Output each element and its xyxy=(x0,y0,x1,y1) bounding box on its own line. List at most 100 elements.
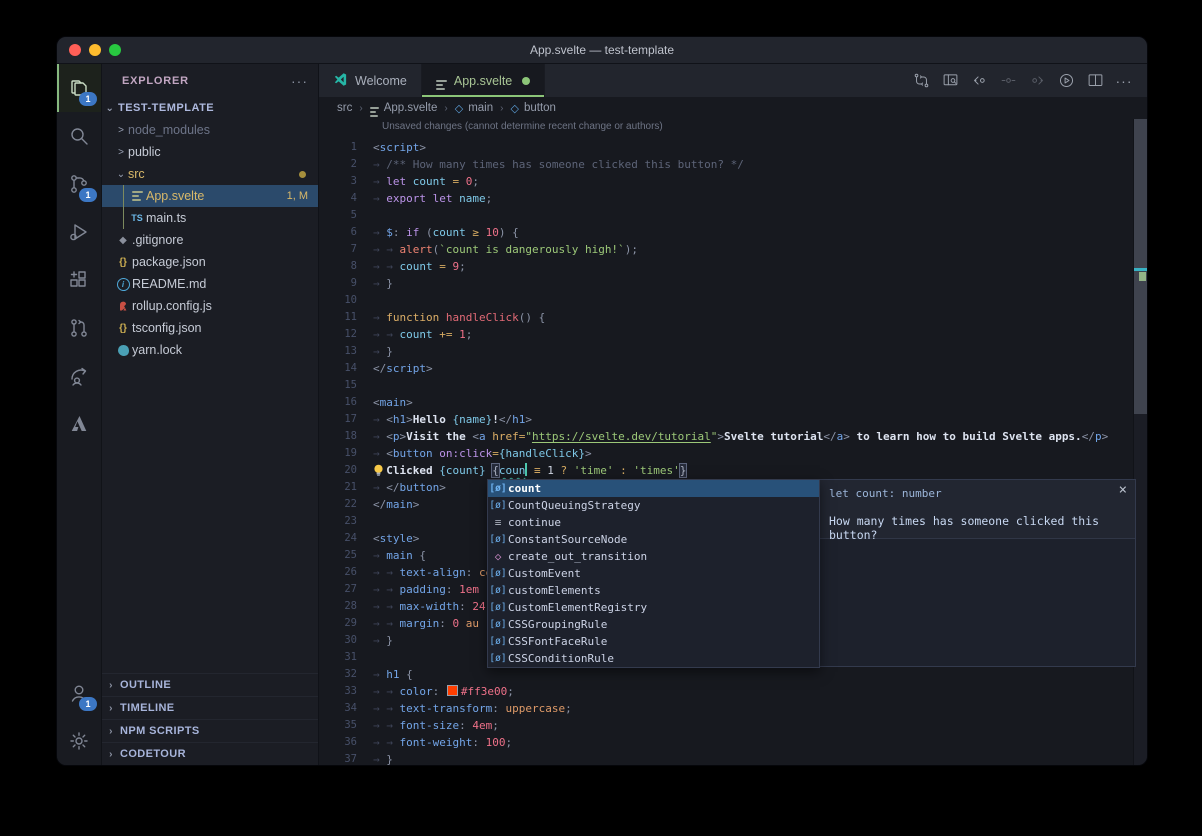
code-line-13[interactable]: 13→ } xyxy=(319,343,1147,360)
folder-src[interactable]: ⌄src xyxy=(102,163,318,185)
code-line-4[interactable]: 4→ export let name; xyxy=(319,190,1147,207)
vscode-window: App.svelte — test-template 111 EXPLORER … xyxy=(56,36,1148,766)
code-line-14[interactable]: 14</script> xyxy=(319,360,1147,377)
breadcrumb-src[interactable]: src xyxy=(337,102,352,114)
activity-run-debug-icon[interactable] xyxy=(57,208,101,256)
close-icon[interactable]: × xyxy=(1119,482,1127,498)
hover-doc: let count: number How many times has som… xyxy=(819,480,1135,539)
suggestion-continue[interactable]: ≡continue xyxy=(488,514,819,531)
activity-source-control-icon[interactable]: 1 xyxy=(57,160,101,208)
code-line-18[interactable]: 18→ <p>Visit the <a href="https://svelte… xyxy=(319,428,1147,445)
codelens-link[interactable]: Unsaved changes (cannot determine recent… xyxy=(319,119,1147,135)
code-line-2[interactable]: 2→ /** How many times has someone clicke… xyxy=(319,156,1147,173)
file-package.json[interactable]: {}package.json xyxy=(102,251,318,273)
file-main.ts[interactable]: TSmain.ts xyxy=(102,207,318,229)
editor-scrollbar[interactable] xyxy=(1133,119,1147,765)
run-circle-icon[interactable] xyxy=(1055,70,1077,92)
code-line-10[interactable]: 10 xyxy=(319,292,1147,309)
project-root-row[interactable]: ⌄ TEST-TEMPLATE xyxy=(102,97,318,119)
activity-live-share-icon[interactable] xyxy=(57,352,101,400)
code-text: → main { xyxy=(373,547,426,564)
folder-node_modules[interactable]: >node_modules xyxy=(102,119,318,141)
current-change-icon[interactable] xyxy=(997,70,1019,92)
code-line-37[interactable]: 37→ } xyxy=(319,751,1147,765)
activity-extensions-icon[interactable] xyxy=(57,256,101,304)
code-line-6[interactable]: 6→ $: if (count ≥ 10) { xyxy=(319,224,1147,241)
file-App.svelte[interactable]: App.svelte1, M xyxy=(102,185,318,207)
section-outline[interactable]: ›OUTLINE xyxy=(102,673,318,696)
zoom-window-button[interactable] xyxy=(109,44,121,56)
code-line-20[interactable]: 20 Clicked {count} {coun ≡ 1 ? 'time' : … xyxy=(319,462,1147,479)
unsaved-dot-icon[interactable] xyxy=(522,77,530,85)
titlebar[interactable]: App.svelte — test-template xyxy=(57,37,1147,64)
suggestion-customElements[interactable]: [ø]customElements xyxy=(488,582,819,599)
line-number: 6 xyxy=(319,224,373,241)
code-line-16[interactable]: 16<main> xyxy=(319,394,1147,411)
code-text: → → padding: 1em xyxy=(373,581,479,598)
breadcrumb-main[interactable]: ◇main xyxy=(455,102,493,115)
code-line-17[interactable]: 17→ <h1>Hello {name}!</h1> xyxy=(319,411,1147,428)
line-number: 9 xyxy=(319,275,373,292)
code-line-33[interactable]: 33→ → color: #ff3e00; xyxy=(319,683,1147,700)
explorer-more-actions-icon[interactable]: ··· xyxy=(291,73,308,89)
suggestion-CSSGroupingRule[interactable]: [ø]CSSGroupingRule xyxy=(488,616,819,633)
file-.gitignore[interactable]: ◆.gitignore xyxy=(102,229,318,251)
open-preview-icon[interactable] xyxy=(939,70,961,92)
suggestion-CSSConditionRule[interactable]: [ø]CSSConditionRule xyxy=(488,650,819,667)
activity-settings-icon[interactable] xyxy=(57,717,101,765)
code-line-36[interactable]: 36→ → font-weight: 100; xyxy=(319,734,1147,751)
code-line-34[interactable]: 34→ → text-transform: uppercase; xyxy=(319,700,1147,717)
code-line-5[interactable]: 5 xyxy=(319,207,1147,224)
code-line-1[interactable]: 1<script> xyxy=(319,139,1147,156)
section-timeline[interactable]: ›TIMELINE xyxy=(102,696,318,719)
suggestion-CountQueuingStrategy[interactable]: [ø]CountQueuingStrategy xyxy=(488,497,819,514)
file-rollup.config.js[interactable]: rollup.config.js xyxy=(102,295,318,317)
editor-actions: ··· xyxy=(910,64,1147,97)
file-tsconfig.json[interactable]: {}tsconfig.json xyxy=(102,317,318,339)
suggestion-CustomEvent[interactable]: [ø]CustomEvent xyxy=(488,565,819,582)
activity-account-icon[interactable]: 1 xyxy=(57,669,101,717)
code-line-32[interactable]: 32→ h1 { xyxy=(319,666,1147,683)
split-editor-icon[interactable] xyxy=(1084,70,1106,92)
breadcrumb-app-svelte[interactable]: App.svelte xyxy=(370,100,438,117)
suggestion-ConstantSourceNode[interactable]: [ø]ConstantSourceNode xyxy=(488,531,819,548)
code-line-9[interactable]: 9→ } xyxy=(319,275,1147,292)
code-editor[interactable]: Unsaved changes (cannot determine recent… xyxy=(319,119,1147,765)
activity-azure-icon[interactable] xyxy=(57,400,101,448)
code-line-11[interactable]: 11→ function handleClick() { xyxy=(319,309,1147,326)
minimize-window-button[interactable] xyxy=(89,44,101,56)
breadcrumb-button[interactable]: ◇button xyxy=(510,102,555,115)
tab-welcome[interactable]: Welcome xyxy=(319,64,422,97)
git-compare-icon[interactable] xyxy=(910,70,932,92)
code-line-8[interactable]: 8→ → count = 9; xyxy=(319,258,1147,275)
next-change-icon[interactable] xyxy=(1026,70,1048,92)
activity-files-icon[interactable]: 1 xyxy=(57,64,101,112)
tab-app-svelte[interactable]: App.svelte xyxy=(422,64,545,97)
folder-public[interactable]: >public xyxy=(102,141,318,163)
activity-search-icon[interactable] xyxy=(57,112,101,160)
code-line-15[interactable]: 15 xyxy=(319,377,1147,394)
more-actions-icon[interactable]: ··· xyxy=(1113,70,1135,92)
suggestion-CSSFontFaceRule[interactable]: [ø]CSSFontFaceRule xyxy=(488,633,819,650)
code-text: → → color: #ff3e00; xyxy=(373,683,514,700)
suggestion-CustomElementRegistry[interactable]: [ø]CustomElementRegistry xyxy=(488,599,819,616)
section-codetour[interactable]: ›CODETOUR xyxy=(102,742,318,765)
tab-bar: WelcomeApp.svelte ··· xyxy=(319,64,1147,97)
previous-change-icon[interactable] xyxy=(968,70,990,92)
file-README.md[interactable]: iREADME.md xyxy=(102,273,318,295)
code-text: → <p>Visit the <a href="https://svelte.d… xyxy=(373,428,1108,445)
scrollbar-thumb[interactable] xyxy=(1134,119,1147,414)
activity-github-pr-icon[interactable] xyxy=(57,304,101,352)
file-yarn.lock[interactable]: yarn.lock xyxy=(102,339,318,361)
code-line-35[interactable]: 35→ → font-size: 4em; xyxy=(319,717,1147,734)
code-line-3[interactable]: 3→ let count = 0; xyxy=(319,173,1147,190)
suggestion-count[interactable]: [ø]count xyxy=(488,480,819,497)
code-line-12[interactable]: 12→ → count += 1; xyxy=(319,326,1147,343)
suggestion-create_out_transition[interactable]: ◇create_out_transition xyxy=(488,548,819,565)
close-window-button[interactable] xyxy=(69,44,81,56)
lightbulb-icon[interactable] xyxy=(371,463,386,478)
section-label: OUTLINE xyxy=(120,679,171,691)
code-line-7[interactable]: 7→ → alert(`count is dangerously high!`)… xyxy=(319,241,1147,258)
section-npm-scripts[interactable]: ›NPM SCRIPTS xyxy=(102,719,318,742)
code-line-19[interactable]: 19→ <button on:click={handleClick}> xyxy=(319,445,1147,462)
